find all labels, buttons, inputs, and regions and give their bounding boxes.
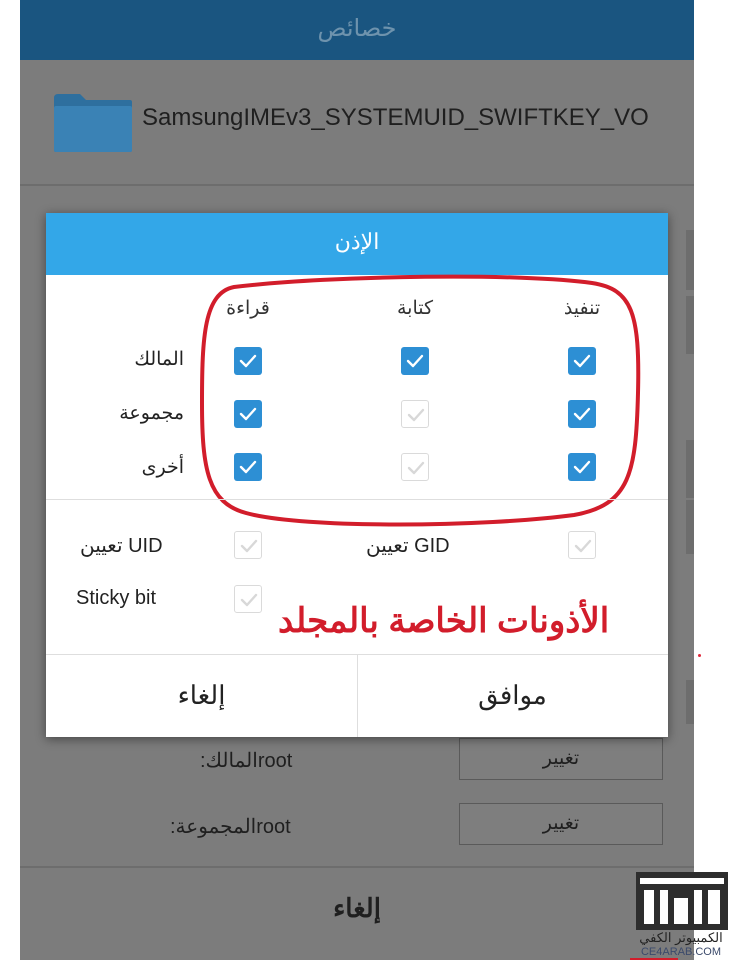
edge-field <box>686 500 694 554</box>
divider <box>46 499 668 500</box>
edge-field <box>686 440 694 498</box>
folder-icon <box>54 94 132 152</box>
ok-button[interactable]: موافق <box>357 655 668 737</box>
properties-title: خصائص <box>317 14 397 42</box>
group-label: rootالمجموعة: <box>170 816 291 838</box>
permission-dialog: الإذن قراءة كتابة تنفيذ المالك مجموعة أخ… <box>46 213 668 737</box>
owner-label: rootالمالك: <box>200 750 293 772</box>
set-gid-checkbox[interactable] <box>568 531 596 559</box>
annotation-dot <box>698 654 701 657</box>
check-icon <box>240 539 258 553</box>
set-gid-label: تعيين GID <box>366 535 450 557</box>
watermark-logo <box>636 872 728 930</box>
change-group-button[interactable]: تغيير <box>459 803 663 845</box>
folder-name: SamsungIMEv3_SYSTEMUID_SWIFTKEY_VO <box>142 104 649 131</box>
permission-dialog-title: الإذن <box>46 213 668 275</box>
divider <box>20 184 694 186</box>
edge-field <box>686 680 694 724</box>
edge-field <box>686 296 694 354</box>
watermark-arabic-text: الكمبيوتر الكفي <box>639 930 723 945</box>
row-others-label: أخرى <box>141 457 184 478</box>
properties-header: خصائص <box>20 0 694 60</box>
change-owner-button[interactable]: تغيير <box>459 738 663 780</box>
watermark-site-text: CE4ARAB.COM <box>640 946 722 958</box>
screen: خصائص SamsungIMEv3_SYSTEMUID_SWIFTKEY_VO… <box>20 0 694 960</box>
properties-cancel-button[interactable]: إلغاء <box>20 868 694 960</box>
row-owner-label: المالك <box>134 349 184 370</box>
check-icon <box>574 539 592 553</box>
sticky-bit-label: Sticky bit <box>76 587 157 609</box>
edge-field <box>686 230 694 290</box>
annotation-circle <box>199 274 641 527</box>
annotation-text: الأذونات الخاصة بالمجلد <box>278 602 610 640</box>
sticky-bit-checkbox[interactable] <box>234 585 262 613</box>
set-uid-label: تعيين UID <box>80 535 163 557</box>
cancel-button[interactable]: إلغاء <box>46 655 357 737</box>
watermark: الكمبيوتر الكفي CE4ARAB.COM <box>630 872 732 960</box>
set-uid-checkbox[interactable] <box>234 531 262 559</box>
check-icon <box>240 593 258 607</box>
row-group-label: مجموعة <box>119 403 184 424</box>
